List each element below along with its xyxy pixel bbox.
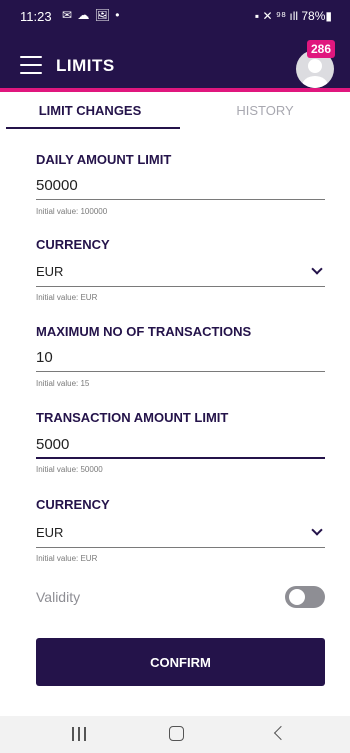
tab-limit-changes[interactable]: LIMIT CHANGES [0, 96, 180, 132]
hamburger-menu-icon[interactable] [20, 56, 42, 74]
tab-bar: LIMIT CHANGES HISTORY [0, 96, 350, 132]
transaction-amount-limit-label: TRANSACTION AMOUNT LIMIT [36, 410, 229, 425]
daily-amount-limit-field: DAILY AMOUNT LIMIT Initial value: 100000 [36, 152, 325, 216]
daily-amount-limit-hint: Initial value: 100000 [36, 207, 108, 216]
system-status-icons: ▪ ✕ ⁹⁸ ıll 78%▮ [254, 9, 332, 23]
chevron-down-icon [311, 263, 323, 275]
transaction-amount-limit-hint: Initial value: 50000 [36, 465, 103, 474]
page-title: LIMITS [56, 56, 115, 75]
currency-field-1: CURRENCY EUR Initial value: EUR [36, 237, 325, 302]
back-icon[interactable] [273, 725, 289, 741]
toggle-knob [289, 589, 305, 605]
home-icon[interactable] [169, 726, 184, 741]
currency-select-1[interactable]: EUR [36, 261, 325, 287]
confirm-button[interactable]: CONFIRM [36, 638, 325, 686]
system-nav-bar [0, 716, 350, 753]
currency-field-2: CURRENCY EUR Initial value: EUR [36, 497, 325, 563]
recent-apps-icon[interactable] [72, 727, 86, 741]
status-time: 11:23 [20, 9, 52, 24]
currency-select-2[interactable]: EUR [36, 522, 325, 548]
tab-history[interactable]: HISTORY [180, 96, 350, 132]
currency-value-2: EUR [36, 525, 64, 540]
daily-amount-limit-label: DAILY AMOUNT LIMIT [36, 152, 172, 167]
notification-icons: ✉ ☁ 🖼 • [62, 8, 121, 22]
currency-hint-1: Initial value: EUR [36, 293, 98, 302]
notification-badge[interactable]: 286 [307, 40, 335, 58]
currency-hint-2: Initial value: EUR [36, 554, 98, 563]
status-bar: 11:23 ✉ ☁ 🖼 • ▪ ✕ ⁹⁸ ıll 78%▮ [0, 0, 350, 38]
currency-value-1: EUR [36, 264, 64, 279]
max-transactions-field: MAXIMUM NO OF TRANSACTIONS Initial value… [36, 324, 325, 388]
daily-amount-limit-input[interactable] [36, 172, 325, 200]
transaction-amount-limit-input[interactable] [36, 431, 325, 459]
max-transactions-label: MAXIMUM NO OF TRANSACTIONS [36, 324, 252, 339]
app-bar: LIMITS [0, 38, 350, 92]
validity-label: Validity [36, 589, 81, 605]
transaction-amount-limit-field: TRANSACTION AMOUNT LIMIT Initial value: … [36, 410, 325, 474]
validity-row: Validity [36, 586, 325, 610]
validity-toggle[interactable] [285, 586, 325, 608]
chevron-down-icon [311, 524, 323, 536]
currency-label-1: CURRENCY [36, 237, 110, 252]
max-transactions-hint: Initial value: 15 [36, 379, 90, 388]
max-transactions-input[interactable] [36, 344, 325, 372]
currency-label-2: CURRENCY [36, 497, 110, 512]
